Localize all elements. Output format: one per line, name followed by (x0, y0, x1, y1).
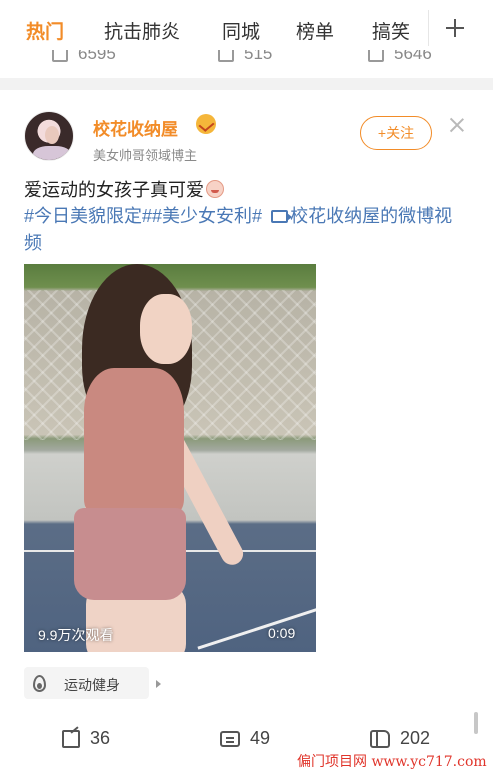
hashtag-link[interactable]: #美少女安利# (152, 206, 262, 226)
previous-share-count: 6595 (78, 50, 116, 63)
plus-icon[interactable] (440, 10, 470, 46)
previous-share-button[interactable]: 6595 (52, 50, 116, 64)
video-link-icon (271, 210, 293, 223)
post-text: 爱运动的女孩子真可爱 (24, 176, 224, 202)
verified-badge-icon (196, 114, 216, 134)
like-count: 202 (400, 728, 431, 748)
video-duration: 0:09 (268, 625, 296, 641)
video-view-count: 9.9万次观看 (38, 627, 114, 643)
tab-divider (428, 10, 429, 46)
comment-icon (220, 730, 240, 747)
court-line (197, 597, 316, 650)
share-icon (62, 729, 80, 748)
comment-count: 49 (250, 728, 271, 748)
feed-separator (0, 78, 493, 90)
person-shorts (74, 508, 186, 600)
follow-button[interactable]: +关注 (360, 116, 432, 150)
like-button[interactable]: 202 (370, 728, 430, 749)
person-top (84, 368, 184, 514)
tab-funny[interactable]: 搞笑 (372, 17, 410, 44)
share-icon (52, 50, 68, 62)
previous-post-stats: 6595 515 5646 (0, 50, 493, 70)
hashtag-link[interactable]: #今日美貌限定# (24, 206, 152, 226)
cute-emoji-icon (206, 180, 224, 198)
share-count: 36 (90, 728, 111, 748)
category-tab-bar: 热门 抗击肺炎 同城 榜单 搞笑 (0, 0, 493, 56)
chevron-right-icon (156, 680, 161, 688)
author-name[interactable]: 校花收纳屋 (93, 115, 178, 140)
topic-chip[interactable]: 运动健身 (24, 667, 161, 699)
weibo-feed-screen: 热门 抗击肺炎 同城 榜单 搞笑 6595 515 5646 校花收纳屋 美女帅… (0, 0, 493, 772)
author-tag: 美女帅哥领域博主 (93, 148, 198, 163)
tab-anti-pneumonia[interactable]: 抗击肺炎 (104, 17, 180, 44)
video-player[interactable] (24, 264, 316, 652)
previous-like-count: 5646 (394, 50, 432, 63)
post-hashtags: #今日美貌限定##美少女安利# 校花收纳屋的微博视频 (24, 203, 464, 257)
share-button[interactable]: 36 (62, 728, 110, 749)
avatar-body (33, 146, 71, 160)
author-avatar[interactable] (24, 111, 74, 161)
site-watermark: 偏门项目网 www.yc717.com (297, 750, 493, 772)
like-icon (368, 50, 384, 62)
previous-like-button[interactable]: 5646 (368, 50, 432, 64)
tab-local[interactable]: 同城 (222, 17, 260, 44)
previous-comment-count: 515 (244, 50, 273, 63)
previous-comment-button[interactable]: 515 (218, 50, 272, 64)
like-icon (370, 729, 390, 748)
tab-hot[interactable]: 热门 (26, 17, 64, 44)
flame-icon (33, 675, 46, 692)
comment-button[interactable]: 49 (220, 728, 270, 749)
avatar-face (45, 126, 59, 144)
topic-label: 运动健身 (64, 677, 120, 693)
post-text-body: 爱运动的女孩子真可爱 (24, 180, 204, 200)
tab-rankings[interactable]: 榜单 (296, 17, 334, 44)
comment-icon (218, 50, 234, 62)
close-icon[interactable] (449, 117, 465, 133)
person-face (140, 294, 192, 364)
